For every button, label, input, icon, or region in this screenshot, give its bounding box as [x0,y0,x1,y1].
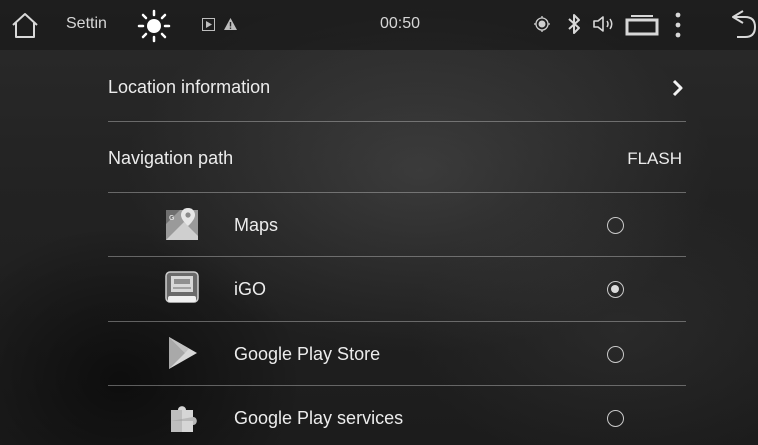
back-icon[interactable] [723,6,757,44]
app-label: Maps [234,215,279,235]
clock: 00:50 [380,15,421,32]
igo-app-icon [163,269,201,307]
radio-button[interactable] [607,217,624,234]
volume-icon[interactable] [592,14,618,34]
play-services-app-icon [163,398,201,436]
menu-dots-icon[interactable] [672,10,684,40]
status-bar: Settin 00:50 [0,0,758,50]
navigation-path-value: FLASH [627,149,682,168]
play-store-app-icon [163,334,201,372]
gps-icon [533,15,551,33]
app-row-igo[interactable]: iGO [0,257,758,321]
radio-button[interactable] [607,346,624,363]
bluetooth-icon [566,12,582,36]
location-information-label: Location information [108,77,271,97]
location-information-row[interactable]: Location information [0,55,758,121]
app-row-maps[interactable]: G Maps [0,193,758,256]
chevron-right-icon [672,79,684,102]
status-title: Settin [66,15,107,32]
radio-button[interactable] [607,410,624,427]
navigation-path-label: Navigation path [108,148,234,168]
home-icon[interactable] [8,8,42,42]
maps-app-icon: G [163,205,201,243]
media-icon [201,17,215,31]
brightness-icon[interactable] [134,8,174,44]
app-label: iGO [234,279,267,299]
recent-apps-icon[interactable] [624,14,660,36]
app-label: Google Play services [234,408,404,428]
app-row-google-play-services[interactable]: Google Play services [0,386,758,445]
navigation-path-row[interactable]: Navigation path FLASH [0,122,758,192]
settings-screen: Settin 00:50 Location information Naviga… [0,0,758,445]
radio-button-selected[interactable] [607,281,624,298]
app-row-google-play-store[interactable]: Google Play Store [0,322,758,385]
svg-text:G: G [169,215,175,222]
warning-icon [222,16,238,32]
app-label: Google Play Store [234,344,381,364]
